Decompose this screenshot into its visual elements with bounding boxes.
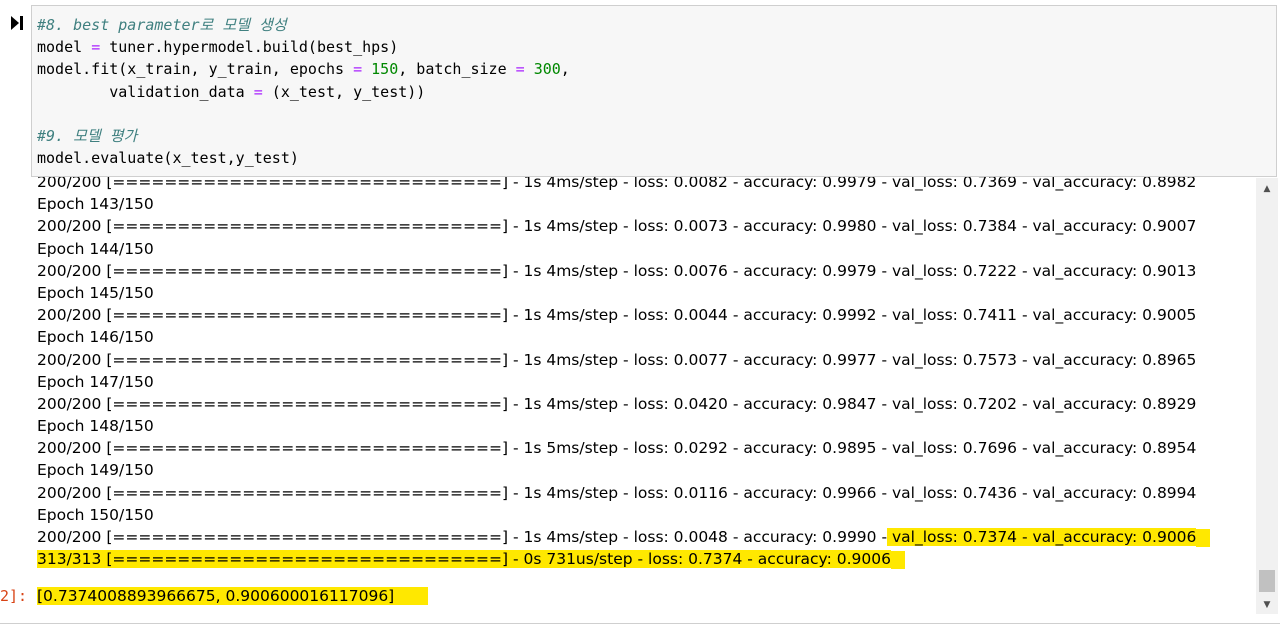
- output-text: 200/200 [==============================]…: [37, 171, 1211, 570]
- output-area: 200/200 [==============================]…: [0, 170, 1256, 618]
- output-line: Epoch 145/150: [37, 282, 1210, 304]
- code-token: (x_test, y_test)): [262, 82, 426, 101]
- code-token: model: [37, 38, 92, 57]
- output-line-text: 200/200 [==============================]…: [37, 439, 1197, 458]
- output-line-text: 200/200 [==============================]…: [37, 528, 888, 546]
- highlighted-text: 313/313 [==============================]…: [37, 550, 891, 569]
- output-line: Epoch 144/150: [37, 238, 1210, 260]
- code-token: tuner.hypermodel.build(best_hps): [100, 38, 399, 57]
- scroll-up-icon[interactable]: ▲: [1256, 180, 1278, 198]
- code-line: #9. 모델 평가: [37, 125, 1276, 147]
- code-token: #8. best parameter로 모델 생성: [37, 16, 287, 34]
- code-token: =: [91, 38, 101, 57]
- run-step-icon[interactable]: [8, 14, 26, 32]
- output-line: 200/200 [==============================]…: [37, 437, 1210, 459]
- output-prompt: 2]:: [0, 587, 28, 605]
- output-line: Epoch 146/150: [37, 326, 1210, 348]
- output-line-text: 200/200 [==============================]…: [37, 350, 1197, 369]
- output-line: 200/200 [==============================]…: [37, 349, 1210, 371]
- highlight-pad: [1196, 528, 1211, 547]
- output-line: Epoch 143/150: [37, 193, 1210, 215]
- output-line: 200/200 [==============================]…: [37, 304, 1210, 326]
- code-line: model = tuner.hypermodel.build(best_hps): [37, 36, 1276, 58]
- output-line-text: Epoch 149/150: [37, 461, 154, 480]
- output-line-text: Epoch 150/150: [37, 505, 154, 524]
- evaluate-result-value: [0.7374008893966675, 0.900600016117096]: [37, 587, 429, 605]
- code-token: model.fit(x_train, y_train, epochs: [37, 60, 354, 79]
- output-line-text: Epoch 148/150: [37, 417, 154, 436]
- code-token: , batch_size: [398, 60, 516, 79]
- code-cell-editor[interactable]: #8. best parameter로 모델 생성 model = tuner.h…: [31, 5, 1277, 177]
- code-token: =: [515, 60, 525, 79]
- code-token: =: [353, 60, 363, 79]
- code-token: 300: [533, 60, 561, 79]
- scroll-down-icon[interactable]: ▼: [1256, 596, 1278, 614]
- output-line-text: 200/200 [==============================]…: [37, 394, 1197, 413]
- highlight-pad: [890, 550, 905, 569]
- output-line-text: Epoch 146/150: [37, 328, 154, 347]
- highlighted-text: val_loss: 0.7374 - val_accuracy: 0.9006: [887, 528, 1197, 546]
- code-token: validation_data: [37, 82, 254, 101]
- code-line: model.fit(x_train, y_train, epochs = 150…: [37, 58, 1276, 80]
- output-line: 200/200 [==============================]…: [37, 215, 1210, 237]
- code-token: ,: [560, 60, 570, 79]
- code-token: #9. 모델 평가: [37, 127, 138, 146]
- output-line: 200/200 [==============================]…: [37, 260, 1210, 282]
- code-token: model.evaluate(x_test,y_test): [37, 149, 299, 168]
- code-token: =: [253, 82, 263, 101]
- evaluate-result: [0.7374008893966675, 0.900600016117096]: [37, 587, 429, 605]
- output-scrollbar[interactable]: ▲ ▼: [1256, 178, 1278, 614]
- divider: [0, 623, 1280, 624]
- code-line: validation_data = (x_test, y_test)): [37, 81, 1276, 103]
- output-line: 200/200 [==============================]…: [37, 393, 1210, 415]
- output-line: Epoch 148/150: [37, 415, 1210, 437]
- output-line: Epoch 150/150: [37, 504, 1210, 526]
- code-line: #8. best parameter로 모델 생성: [37, 14, 1276, 36]
- output-line-text: 200/200 [==============================]…: [37, 306, 1197, 325]
- output-line-text: 200/200 [==============================]…: [37, 261, 1197, 280]
- output-line: 200/200 [==============================]…: [37, 482, 1210, 504]
- code-token: 150: [371, 60, 399, 79]
- output-line-text: 200/200 [==============================]…: [37, 483, 1197, 502]
- output-line: Epoch 149/150: [37, 459, 1210, 481]
- output-line-text: 200/200 [==============================]…: [37, 217, 1197, 236]
- output-line: Epoch 147/150: [37, 371, 1210, 393]
- output-line: 313/313 [==============================]…: [37, 548, 1210, 570]
- code-text[interactable]: #8. best parameter로 모델 생성 model = tuner.h…: [32, 6, 1276, 169]
- output-line: 200/200 [==============================]…: [37, 526, 1211, 548]
- scroll-thumb[interactable]: [1259, 570, 1275, 592]
- output-line-text: Epoch 145/150: [37, 283, 154, 302]
- code-line: model.evaluate(x_test,y_test): [37, 147, 1276, 169]
- output-line-text: Epoch 147/150: [37, 372, 154, 391]
- output-line-text: Epoch 144/150: [37, 239, 154, 258]
- output-line-text: Epoch 143/150: [37, 195, 154, 214]
